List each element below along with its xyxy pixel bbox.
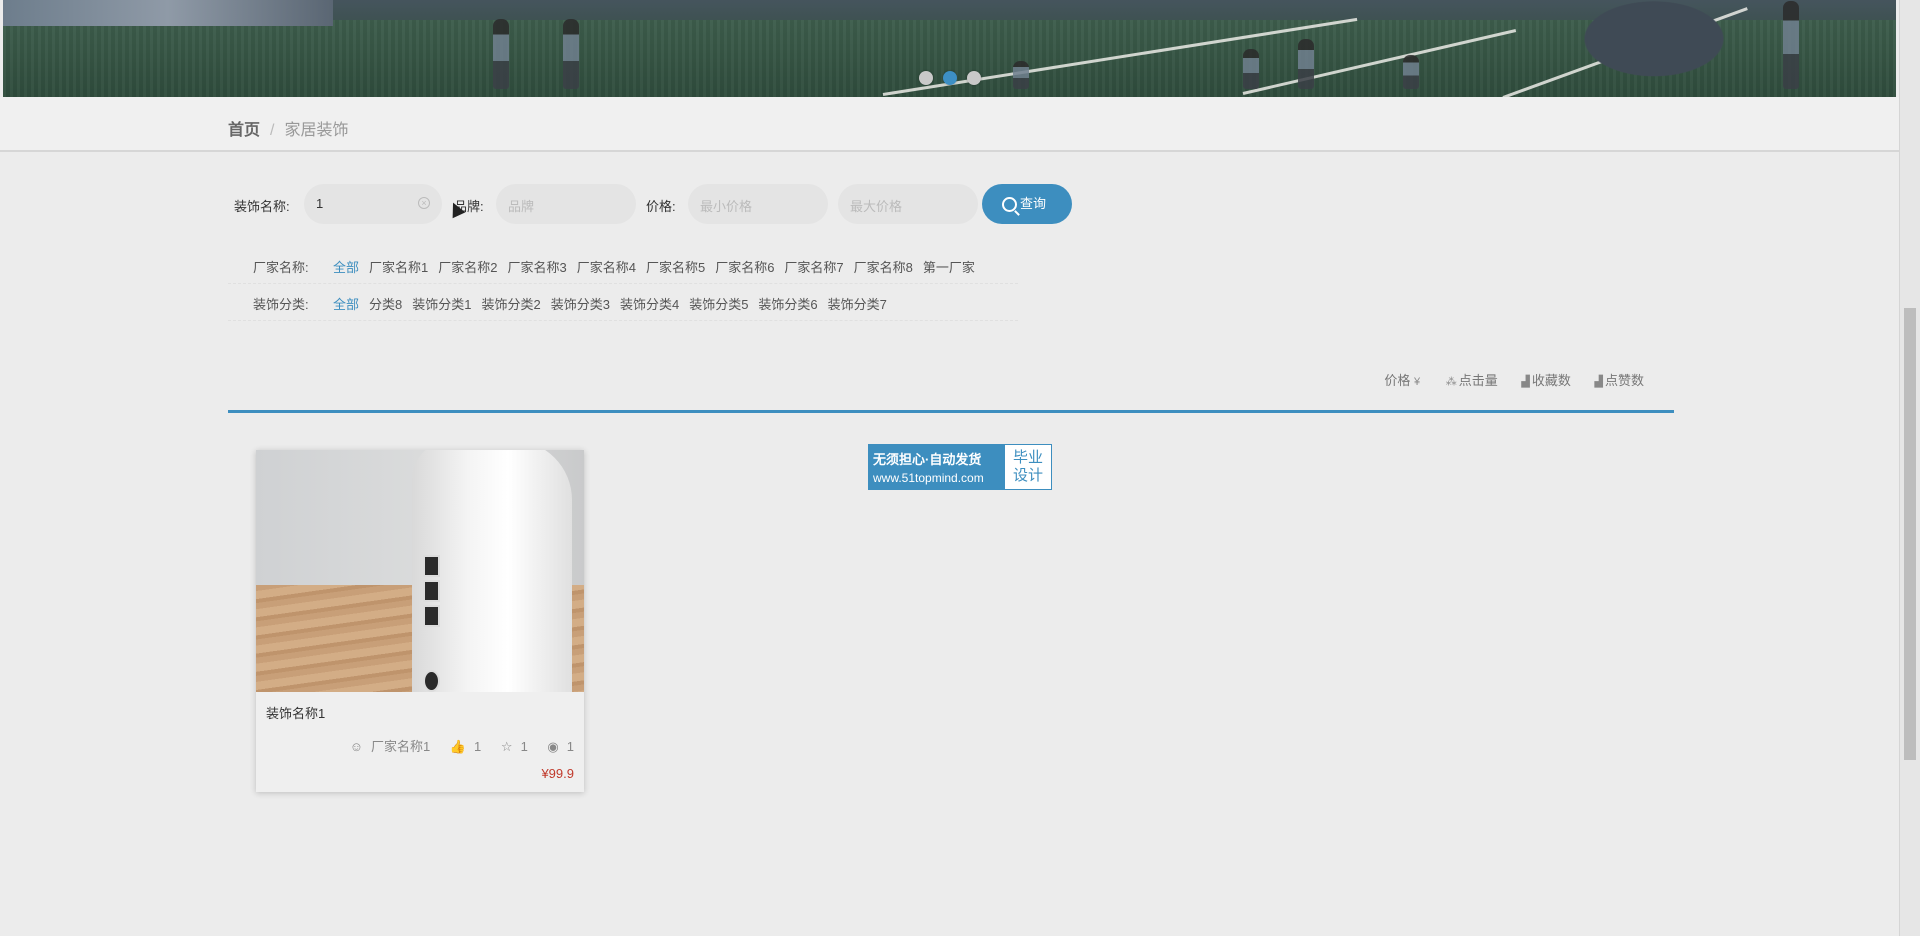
product-favorites: 1 bbox=[520, 739, 528, 754]
carousel-indicators bbox=[3, 71, 1896, 90]
query-button-label: 查询 bbox=[1020, 196, 1047, 211]
banner-carousel[interactable] bbox=[3, 0, 1896, 97]
category-filter-option[interactable]: 装饰分类7 bbox=[828, 294, 887, 313]
sort-likes-label: 点赞数 bbox=[1604, 373, 1644, 388]
maker-filter-label: 厂家名称: bbox=[253, 260, 309, 275]
product-views: 1 bbox=[566, 739, 574, 754]
category-filter-option[interactable]: 全部 bbox=[333, 294, 359, 313]
carousel-dot-1[interactable] bbox=[918, 71, 933, 85]
category-filter: 装饰分类: 全部 分类8 装饰分类1 装饰分类2 装饰分类3 装饰分类4 装饰分类5 装饰分类… bbox=[228, 283, 1018, 321]
sort-bar: 价格 ¥ ⁂ 点击量 ▟ 收藏数 ▟ 点赞数 bbox=[228, 360, 1674, 413]
scrollbar-thumb[interactable] bbox=[1904, 308, 1916, 760]
maker-filter-option[interactable]: 厂家名称5 bbox=[646, 257, 705, 276]
product-image-device bbox=[412, 450, 572, 692]
sort-likes[interactable]: ▟ 点赞数 bbox=[1595, 370, 1644, 389]
maker-filter-option[interactable]: 全部 bbox=[333, 257, 359, 276]
thumbs-up-icon: 👍 bbox=[449, 739, 467, 754]
category-filter-option[interactable]: 装饰分类4 bbox=[620, 294, 679, 313]
view-info: ◉ 1 bbox=[539, 739, 574, 754]
category-filter-option[interactable]: 装饰分类2 bbox=[481, 294, 540, 313]
breadcrumb: 首页 / 家居装饰 bbox=[228, 116, 348, 140]
maker-filter-options: 全部 厂家名称1 厂家名称2 厂家名称3 厂家名称4 厂家名称5 厂家名称6 厂家名称7 厂家名… bbox=[333, 257, 985, 276]
breadcrumb-home[interactable]: 首页 bbox=[228, 122, 260, 139]
eye-icon: ◉ bbox=[547, 739, 559, 754]
device-port bbox=[423, 555, 440, 577]
device-port bbox=[423, 670, 440, 692]
product-name[interactable]: 装饰名称1 bbox=[266, 703, 325, 722]
category-filter-option[interactable]: 装饰分类5 bbox=[689, 294, 748, 313]
like-info: 👍 1 bbox=[442, 739, 481, 754]
device-port bbox=[423, 605, 440, 627]
star-icon: ☆ bbox=[500, 739, 513, 754]
maker-filter-option[interactable]: 厂家名称2 bbox=[438, 257, 497, 276]
max-price-placeholder: 最大价格 bbox=[850, 199, 903, 214]
product-meta: ☺ 厂家名称1 👍 1 ☆ 1 ◉ 1 bbox=[334, 736, 574, 755]
bar-chart-icon: ▟ bbox=[1521, 376, 1530, 388]
brand-placeholder: 品牌 bbox=[508, 199, 535, 214]
min-price-input[interactable]: 最小价格 bbox=[688, 184, 828, 224]
product-likes: 1 bbox=[474, 739, 482, 754]
sort-price-label: 价格 bbox=[1384, 373, 1411, 388]
watermark-line2: www.51topmind.com bbox=[873, 471, 984, 485]
carousel-dot-2[interactable] bbox=[942, 71, 957, 85]
name-input-value: 1 bbox=[316, 196, 324, 211]
maker-filter-option[interactable]: 厂家名称4 bbox=[577, 257, 636, 276]
product-image[interactable] bbox=[256, 450, 584, 692]
product-card[interactable]: 装饰名称1 ☺ 厂家名称1 👍 1 ☆ 1 ◉ 1 ¥99.9 bbox=[256, 450, 584, 792]
breadcrumb-bar: 首页 / 家居装饰 bbox=[0, 97, 1900, 152]
category-filter-option[interactable]: 装饰分类6 bbox=[758, 294, 817, 313]
brand-input[interactable]: 品牌 bbox=[496, 184, 636, 224]
sort-clicks-label: 点击量 bbox=[1458, 373, 1498, 388]
maker-filter-option[interactable]: 厂家名称1 bbox=[369, 257, 428, 276]
clear-icon[interactable]: × bbox=[418, 197, 430, 209]
maker-info: ☺ 厂家名称1 bbox=[342, 739, 431, 754]
user-icon: ☺ bbox=[349, 739, 363, 754]
name-input[interactable]: 1 × bbox=[304, 184, 442, 224]
product-price: ¥99.9 bbox=[541, 766, 574, 781]
watermark-line1: 无须担心·自动发货 bbox=[873, 452, 982, 467]
maker-filter: 厂家名称: 全部 厂家名称1 厂家名称2 厂家名称3 厂家名称4 厂家名称5 厂家名称6 厂家… bbox=[228, 246, 1018, 284]
device-port bbox=[423, 580, 440, 602]
page-scrollbar[interactable] bbox=[1899, 0, 1920, 936]
query-button[interactable]: 查询 bbox=[982, 184, 1072, 224]
maker-filter-option[interactable]: 厂家名称3 bbox=[507, 257, 566, 276]
category-filter-option[interactable]: 分类8 bbox=[369, 294, 402, 313]
watermark-tag: 毕业 设计 bbox=[1005, 445, 1051, 489]
category-filter-options: 全部 分类8 装饰分类1 装饰分类2 装饰分类3 装饰分类4 装饰分类5 装饰分类6 装饰分类7 bbox=[333, 294, 897, 313]
banner-road-area bbox=[3, 0, 333, 26]
breadcrumb-current: 家居装饰 bbox=[284, 122, 349, 139]
favorite-info: ☆ 1 bbox=[493, 739, 528, 754]
price-label: 价格: bbox=[646, 199, 676, 214]
maker-filter-option[interactable]: 厂家名称7 bbox=[784, 257, 843, 276]
category-filter-label: 装饰分类: bbox=[253, 297, 309, 312]
search-icon bbox=[1002, 197, 1017, 212]
maker-filter-option[interactable]: 厂家名称8 bbox=[854, 257, 913, 276]
sort-favorites[interactable]: ▟ 收藏数 bbox=[1521, 370, 1570, 389]
maker-filter-option[interactable]: 第一厂家 bbox=[923, 257, 975, 276]
max-price-input[interactable]: 最大价格 bbox=[838, 184, 978, 224]
sort-price[interactable]: 价格 ¥ bbox=[1384, 370, 1422, 389]
watermark-tag-bottom: 设计 bbox=[1012, 467, 1043, 484]
maker-filter-option[interactable]: 厂家名称6 bbox=[715, 257, 774, 276]
product-maker: 厂家名称1 bbox=[371, 739, 431, 754]
sort-favorites-label: 收藏数 bbox=[1531, 373, 1571, 388]
min-price-placeholder: 最小价格 bbox=[700, 199, 753, 214]
clicks-icon: ⁂ bbox=[1445, 376, 1457, 388]
category-filter-option[interactable]: 装饰分类3 bbox=[551, 294, 610, 313]
yen-icon: ¥ bbox=[1414, 376, 1421, 388]
name-label: 装饰名称: bbox=[234, 199, 290, 214]
sort-clicks[interactable]: ⁂ 点击量 bbox=[1446, 370, 1498, 389]
carousel-dot-3[interactable] bbox=[966, 71, 981, 85]
watermark-tag-top: 毕业 bbox=[1012, 449, 1043, 466]
breadcrumb-separator: / bbox=[270, 122, 275, 139]
category-filter-option[interactable]: 装饰分类1 bbox=[412, 294, 471, 313]
bar-chart-icon: ▟ bbox=[1594, 376, 1603, 388]
watermark-badge: 无须担心·自动发货 www.51topmind.com 毕业 设计 bbox=[868, 444, 1052, 490]
